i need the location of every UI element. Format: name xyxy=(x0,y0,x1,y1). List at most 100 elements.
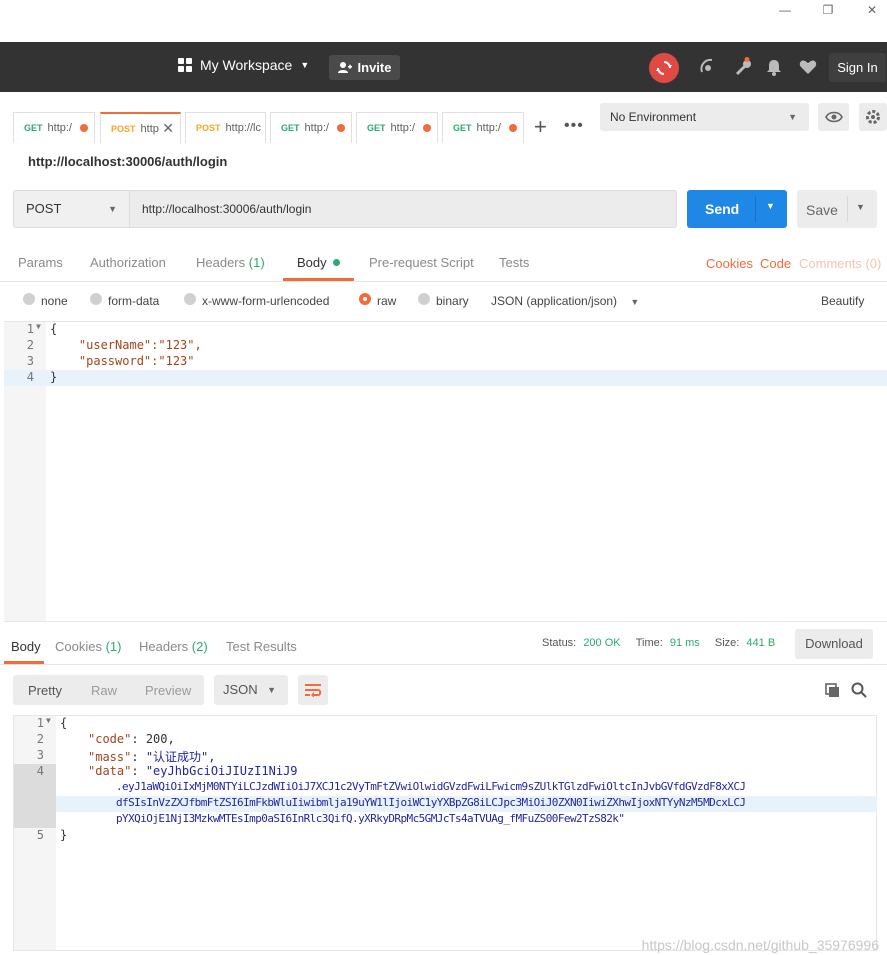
radio-binary[interactable] xyxy=(418,293,430,305)
comments-link[interactable]: Comments (0) xyxy=(799,256,881,271)
invite-button[interactable]: Invite xyxy=(329,55,400,80)
invite-label: Invite xyxy=(357,60,392,75)
active-tab-underline xyxy=(283,278,354,281)
beautify-link[interactable]: Beautify xyxy=(821,294,864,308)
json-value: "认证成功", xyxy=(145,750,216,764)
request-tab-active[interactable]: POST http ✕ xyxy=(100,112,181,143)
content-type-select[interactable]: JSON (application/json) ▼ xyxy=(491,294,639,308)
request-tab[interactable]: POST http://lc xyxy=(185,112,266,143)
line-number: 1 xyxy=(36,716,44,730)
view-pretty[interactable]: Pretty xyxy=(28,683,62,698)
radio-urlencoded[interactable] xyxy=(184,293,196,305)
settings-button[interactable] xyxy=(859,103,887,131)
code-line: { xyxy=(50,322,58,336)
more-tabs-icon[interactable]: ••• xyxy=(564,118,584,134)
request-tab[interactable]: GET http:/ xyxy=(270,112,352,143)
code-line: "mass": "认证成功", xyxy=(88,750,216,764)
headers-count: (2) xyxy=(191,639,208,654)
response-tab-body[interactable]: Body xyxy=(11,639,41,654)
response-tab-cookies[interactable]: Cookies (1) xyxy=(55,639,121,654)
line-number: 3 xyxy=(36,748,44,762)
sync-button[interactable] xyxy=(649,53,679,83)
add-user-icon xyxy=(337,62,352,73)
wrap-lines-button[interactable] xyxy=(298,675,328,705)
tab-url: http:/ xyxy=(476,122,501,134)
response-tab-headers[interactable]: Headers (2) xyxy=(139,639,208,654)
request-tab[interactable]: GET http:/ xyxy=(13,112,95,143)
fold-icon[interactable]: ▼ xyxy=(36,322,41,331)
workspace-selector[interactable]: My Workspace ▼ xyxy=(178,57,309,73)
tab-method: POST xyxy=(196,123,221,133)
code-line: "data": "eyJhbGciOiJIUzI1NiJ9 xyxy=(88,764,298,778)
tab-prerequest-script[interactable]: Pre-request Script xyxy=(369,255,474,270)
format-select[interactable]: JSON ▼ xyxy=(214,675,288,705)
time-value: 91 ms xyxy=(669,637,700,649)
request-tab[interactable]: GET http:/ xyxy=(356,112,438,143)
response-tab-headers-label: Headers xyxy=(139,639,189,654)
size-label: Size: xyxy=(714,637,740,649)
environment-select[interactable]: No Environment ▼ xyxy=(600,103,809,131)
radio-none[interactable] xyxy=(23,293,35,305)
response-tab-test-results[interactable]: Test Results xyxy=(226,639,297,654)
tab-authorization[interactable]: Authorization xyxy=(90,255,166,270)
new-tab-icon[interactable]: + xyxy=(534,114,547,140)
headers-count: (1) xyxy=(248,255,265,270)
tab-body-label: Body xyxy=(297,255,327,270)
tab-url: http xyxy=(140,122,159,135)
url-input[interactable]: http://localhost:30006/auth/login xyxy=(129,190,677,228)
method-select[interactable]: POST ▼ xyxy=(13,190,130,228)
search-icon[interactable] xyxy=(851,682,867,701)
request-tab[interactable]: GET http:/ xyxy=(442,112,524,143)
tab-tests[interactable]: Tests xyxy=(499,255,529,270)
minimize-icon[interactable]: — xyxy=(775,2,795,18)
radio-form-data[interactable] xyxy=(90,293,102,305)
tab-headers-label: Headers xyxy=(196,255,246,270)
chevron-down-icon[interactable]: ▼ xyxy=(856,202,865,212)
tab-method: GET xyxy=(453,123,472,133)
tab-url: http:/ xyxy=(47,122,72,134)
download-button[interactable]: Download xyxy=(795,629,873,659)
radio-raw[interactable] xyxy=(359,293,371,305)
code-link[interactable]: Code xyxy=(760,256,791,271)
status-label: Status: xyxy=(542,637,577,649)
code-line-wrapped: dfSIsInVzZXJfbmFtZSI6ImFkbWluIiwibmlja19… xyxy=(116,796,746,809)
json-key: "data" xyxy=(88,764,132,778)
json-value: "eyJhbGciOiJIUzI1NiJ9 xyxy=(145,764,298,778)
radio-form-data-label: form-data xyxy=(108,294,160,308)
content-type-label: JSON (application/json) xyxy=(491,294,618,308)
fold-icon[interactable]: ▼ xyxy=(46,716,51,725)
line-number: 4 xyxy=(26,370,34,384)
signin-button[interactable]: Sign In xyxy=(829,53,886,82)
send-button[interactable]: Send ▼ xyxy=(687,190,787,228)
satellite-icon[interactable] xyxy=(699,57,719,77)
request-body-editor[interactable]: 1 2 3 4 ▼ { "userName":"123", "password"… xyxy=(4,321,887,622)
radio-raw-label: raw xyxy=(377,294,397,308)
restore-icon[interactable]: ❐ xyxy=(818,2,838,18)
close-window-icon[interactable]: ✕ xyxy=(862,2,882,18)
chevron-down-icon[interactable]: ▼ xyxy=(766,201,775,211)
view-raw[interactable]: Raw xyxy=(91,683,117,698)
size-value: 441 B xyxy=(746,637,776,649)
view-preview[interactable]: Preview xyxy=(145,683,191,698)
tab-body[interactable]: Body xyxy=(297,255,341,270)
json-value: 200, xyxy=(145,732,175,746)
save-label: Save xyxy=(806,202,838,218)
chevron-down-icon: ▼ xyxy=(267,685,276,695)
environment-quicklook-button[interactable] xyxy=(818,103,849,131)
tab-headers[interactable]: Headers (1) xyxy=(196,255,265,270)
copy-icon[interactable] xyxy=(825,683,840,701)
json-key: "mass" xyxy=(88,750,132,764)
bell-icon[interactable] xyxy=(764,57,784,77)
tab-params[interactable]: Params xyxy=(18,255,63,270)
environment-label: No Environment xyxy=(610,110,697,124)
chevron-down-icon: ▼ xyxy=(300,60,310,70)
close-tab-icon[interactable]: ✕ xyxy=(162,120,174,137)
wrench-icon[interactable] xyxy=(734,57,754,77)
heart-icon[interactable] xyxy=(798,57,818,77)
response-body-viewer[interactable]: 1 2 3 4 5 ▼ { "code": 200, "mass": "认证成功… xyxy=(13,715,877,951)
save-button[interactable]: Save ▼ xyxy=(797,190,877,228)
request-title: http://localhost:30006/auth/login xyxy=(28,154,228,169)
cookies-count: (1) xyxy=(105,639,122,654)
chevron-down-icon: ▼ xyxy=(630,297,640,307)
cookies-link[interactable]: Cookies xyxy=(706,256,753,271)
